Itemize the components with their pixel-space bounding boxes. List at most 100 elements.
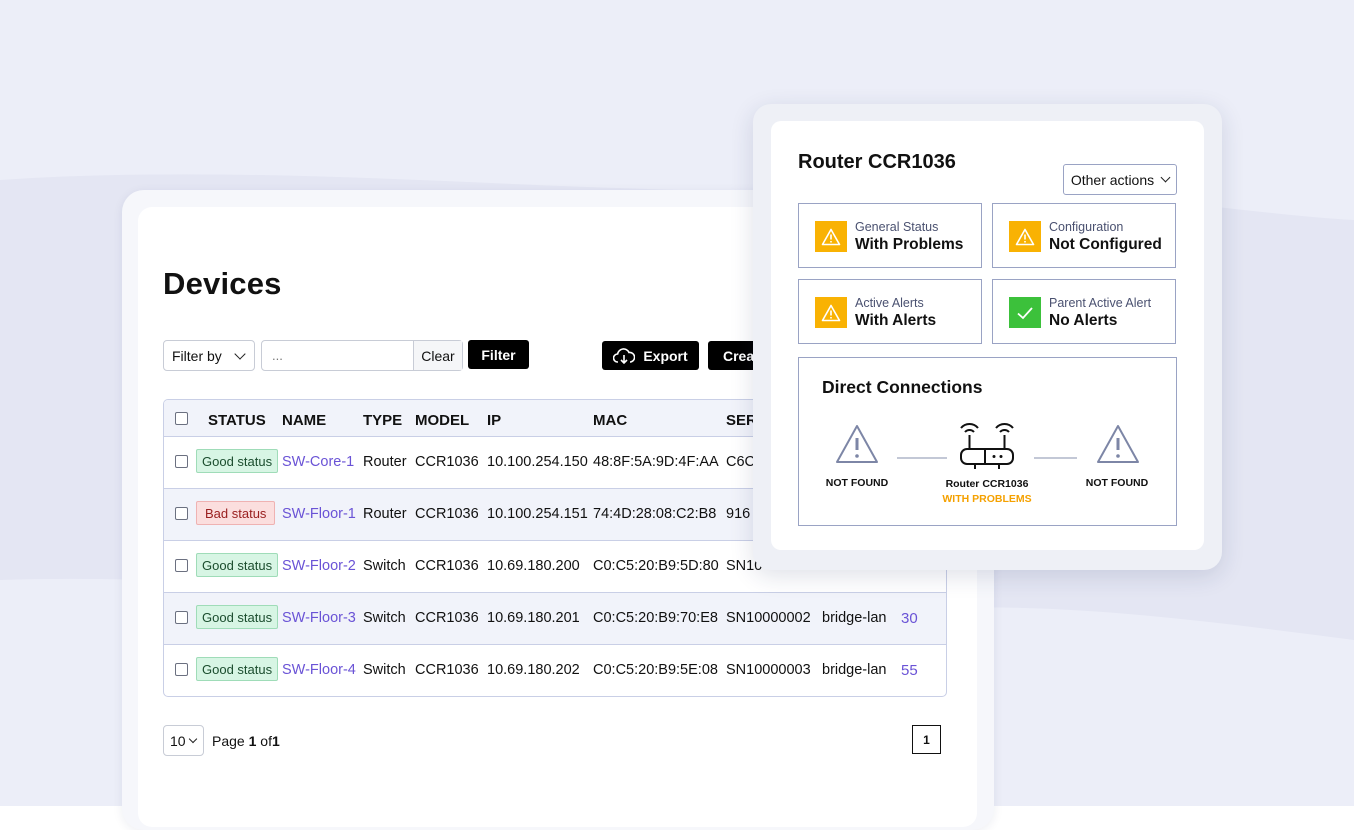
direct-connections-title: Direct Connections [822,377,983,397]
device-interface: bridge-lan [822,610,887,626]
export-button[interactable]: Export [602,341,699,370]
connection-line [1034,457,1077,459]
router-icon [960,422,1014,469]
other-actions-button[interactable]: Other actions [1063,164,1177,195]
device-type: Switch [363,662,406,678]
other-actions-label: Other actions [1070,171,1155,188]
filter-by-select[interactable]: Filter by [163,340,255,371]
device-ip: 10.69.180.201 [487,610,580,626]
status-badge: Good status [196,605,279,629]
row-checkbox[interactable] [175,663,188,676]
warning-icon [1009,221,1041,252]
stat-value: Not Configured [1049,236,1162,253]
header-name[interactable]: NAME [282,412,326,429]
row-checkbox[interactable] [175,455,188,468]
check-icon [1009,297,1041,328]
per-page-value: 10 [170,732,186,749]
device-name-link[interactable]: SW-Floor-4 [282,662,356,678]
row-checkbox[interactable] [175,507,188,520]
device-mac: C0:C5:20:B9:5E:08 [593,662,718,678]
device-mac: C0:C5:20:B9:70:E8 [593,610,718,626]
status-badge: Good status [196,553,279,577]
device-model: CCR1036 [415,610,479,626]
warning-icon [836,425,878,463]
device-serial: 916 [726,506,751,522]
device-serial: SN10000003 [726,662,811,678]
search-input[interactable] [270,347,414,364]
table-row[interactable]: Good status SW-Floor-3 Switch CCR1036 10… [164,593,946,645]
device-model: CCR1036 [415,506,479,522]
filter-by-label: Filter by [172,347,222,364]
stat-value: No Alerts [1049,312,1118,329]
active-alerts-card: Active Alerts With Alerts [798,279,982,344]
device-model: CCR1036 [415,454,479,470]
select-all-checkbox[interactable] [175,412,188,425]
device-mac: 74:4D:28:08:C2:B8 [593,506,717,522]
header-type[interactable]: TYPE [363,412,402,429]
header-status[interactable]: STATUS [208,412,266,429]
device-serial: C6C [726,454,756,470]
device-type: Router [363,506,407,522]
stat-label: Parent Active Alert [1049,296,1152,310]
row-checkbox[interactable] [175,559,188,572]
device-interface: bridge-lan [822,662,887,678]
chevron-down-icon [1160,172,1171,183]
page-title: Devices [163,266,282,301]
device-ip: 10.69.180.202 [487,662,580,678]
stat-value: With Alerts [855,312,937,329]
page-of: of [256,733,272,749]
page-info: Page 1 of1 [212,733,280,749]
warning-icon [815,297,847,328]
general-status-card: General Status With Problems [798,203,982,268]
header-model[interactable]: MODEL [415,412,469,429]
device-mac: 48:8F:5A:9D:4F:AA [593,454,719,470]
device-model: CCR1036 [415,558,479,574]
status-badge: Good status [196,449,279,473]
filter-search-field[interactable]: Clear [261,340,463,371]
chevron-down-icon [188,734,197,744]
device-name-link[interactable]: SW-Floor-2 [282,558,356,574]
right-connection-label: NOT FOUND [1085,477,1149,489]
device-count-link[interactable]: 55 [901,662,918,679]
clear-button[interactable]: Clear [413,341,462,370]
header-ip[interactable]: IP [487,412,501,429]
stat-label: Active Alerts [855,296,924,310]
device-name-link[interactable]: SW-Floor-3 [282,610,356,626]
stat-label: General Status [855,220,939,234]
filter-button[interactable]: Filter [468,340,529,369]
header-mac[interactable]: MAC [593,412,627,429]
chevron-down-icon [234,347,246,360]
page-1-button[interactable]: 1 [912,725,941,754]
device-ip: 10.100.254.151 [487,506,588,522]
device-type: Switch [363,558,406,574]
status-badge: Bad status [196,501,276,525]
device-name-link[interactable]: SW-Core-1 [282,454,354,470]
table-row[interactable]: Good status SW-Floor-4 Switch CCR1036 10… [164,645,946,696]
cloud-download-icon [613,347,636,364]
warning-icon [815,221,847,252]
device-mac: C0:C5:20:B9:5D:80 [593,558,719,574]
device-ip: 10.100.254.150 [487,454,588,470]
device-name-link[interactable]: SW-Floor-1 [282,506,356,522]
row-checkbox[interactable] [175,611,188,624]
export-label: Export [643,347,688,364]
device-model: CCR1036 [415,662,479,678]
center-connection-label: Router CCR1036 [945,478,1029,490]
connection-line [897,457,947,459]
popup-title: Router CCR1036 [798,151,956,173]
per-page-select[interactable]: 10 [163,725,204,756]
parent-active-alert-card: Parent Active Alert No Alerts [992,279,1176,344]
left-connection-label: NOT FOUND [825,477,889,489]
center-connection-status: WITH PROBLEMS [942,493,1032,505]
device-type: Router [363,454,407,470]
device-type: Switch [363,610,406,626]
device-serial: SN10000002 [726,610,811,626]
page-prefix: Page [212,733,249,749]
page-total: 1 [271,733,280,749]
device-count-link[interactable]: 30 [901,610,918,627]
stat-value: With Problems [855,236,964,253]
status-badge: Good status [196,657,279,681]
configuration-card: Configuration Not Configured [992,203,1176,268]
warning-icon [1097,425,1139,463]
stat-label: Configuration [1049,220,1124,234]
